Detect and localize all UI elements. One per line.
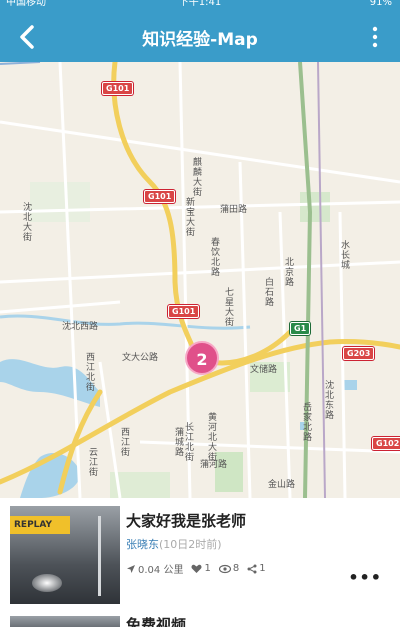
status-bar: 中国移动 下午1:41 91%: [0, 0, 400, 12]
road-label: 麒麟大街: [191, 157, 201, 197]
video-thumbnail[interactable]: [10, 616, 120, 627]
post-time: (10日2时前): [159, 538, 222, 551]
road-label: 沈北东路: [323, 380, 333, 420]
road-label: 蒲田路: [220, 205, 248, 215]
shares-value: 1: [259, 563, 266, 574]
road-label: 云江街: [87, 447, 97, 477]
road-label: 沈北西路: [62, 322, 99, 332]
heart-icon: [191, 564, 202, 573]
share-icon: [247, 564, 257, 573]
status-time: 下午1:41: [178, 0, 222, 8]
likes-stat: 1: [191, 563, 211, 574]
shares-stat: 1: [247, 563, 266, 574]
video-thumbnail[interactable]: REPLAY: [10, 506, 120, 604]
highway-shield: G101: [168, 305, 200, 318]
vertical-dots-icon: [372, 26, 378, 48]
road-label: 文储路: [250, 365, 278, 375]
road-label: 沈北大街: [21, 202, 31, 242]
eye-icon: [218, 564, 231, 573]
item-meta: 0.04 公里 1 8 1: [126, 561, 266, 576]
list-item[interactable]: REPLAY 大家好我是张老师 张晓东(10日2时前) 0.04 公里 1 8 …: [0, 506, 400, 604]
map-canvas: [0, 62, 400, 498]
views-stat: 8: [218, 563, 240, 574]
road-label: 西江街: [119, 427, 129, 457]
map-view[interactable]: G101 G101 G101 G1 G203 G102 麒麟大街 新宝大街 蒲田…: [0, 62, 400, 498]
highway-shield: G101: [102, 82, 134, 95]
likes-value: 1: [204, 563, 211, 574]
thumbnail-pole: [98, 516, 101, 596]
item-title: 免费视频: [126, 616, 187, 627]
thumbnail-glow: [32, 574, 62, 592]
road-label: 西江北街: [84, 352, 94, 392]
map-cluster-marker[interactable]: 2: [185, 341, 219, 375]
page-title: 知识经验-Map: [142, 30, 258, 50]
road-label: 白石路: [263, 277, 273, 307]
road-label: 黄河北大街: [206, 412, 216, 462]
road-label: 文大公路: [122, 353, 159, 363]
item-title: 大家好我是张老师: [126, 512, 247, 530]
road-label: 春饮北路: [209, 237, 219, 277]
navigation-arrow-icon: [127, 564, 135, 573]
highway-shield: G102: [372, 437, 400, 450]
highway-shield: G101: [144, 190, 176, 203]
distance-stat: 0.04 公里: [126, 561, 183, 576]
item-more-button[interactable]: •••: [348, 568, 382, 587]
road-label: 金山路: [268, 480, 296, 490]
replay-badge: REPLAY: [10, 516, 70, 534]
list-item[interactable]: 免费视频: [0, 610, 400, 627]
author-line: 张晓东(10日2时前): [126, 536, 222, 552]
highway-shield: G1: [290, 322, 311, 335]
views-value: 8: [232, 563, 240, 574]
highway-shield: G203: [343, 347, 375, 360]
road-label: 蒲河路: [200, 460, 228, 470]
road-label: 水长城: [339, 240, 349, 270]
experience-list: REPLAY 大家好我是张老师 张晓东(10日2时前) 0.04 公里 1 8 …: [0, 498, 400, 627]
road-label: 蒲城路: [173, 427, 183, 457]
nav-bar: 知识经验-Map: [0, 12, 400, 62]
distance-value: 0.04 公里: [138, 565, 184, 576]
author-name[interactable]: 张晓东: [126, 538, 159, 551]
more-options-button[interactable]: [360, 20, 390, 54]
road-label: 新宝大街: [184, 197, 194, 237]
battery-label: 91%: [369, 0, 392, 8]
road-label: 岳家北路: [301, 402, 311, 442]
road-label: 七星大街: [223, 287, 233, 327]
road-label: 北京路: [283, 257, 293, 287]
